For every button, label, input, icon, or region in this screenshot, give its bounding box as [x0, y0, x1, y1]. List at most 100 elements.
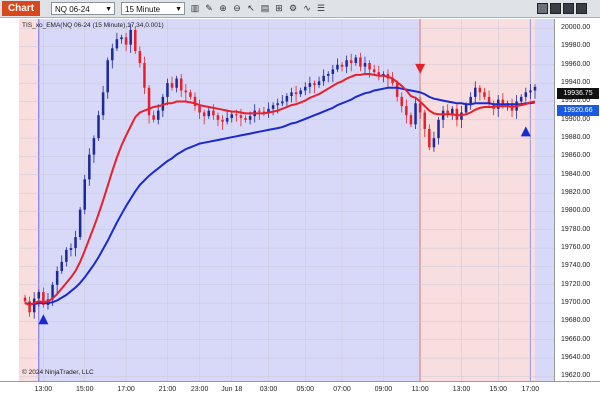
candle-body: [184, 90, 188, 93]
instrument-value: NQ 06-24: [55, 5, 90, 14]
time-tick-label: Jun 18: [221, 386, 243, 393]
candle-body: [189, 92, 192, 97]
candle-body: [345, 60, 348, 67]
candle-body: [326, 73, 330, 76]
price-tick-label: 19680.00: [561, 317, 591, 325]
candle-body: [349, 60, 353, 63]
candle-body: [83, 179, 86, 210]
maximize-icon[interactable]: [563, 3, 574, 14]
time-tick-label: 15:00: [489, 386, 507, 393]
candle-body: [23, 297, 27, 302]
candle-body: [372, 69, 376, 73]
candle-body: [322, 75, 325, 82]
left-margin: [0, 19, 19, 381]
candle-body: [299, 90, 302, 95]
price-axis[interactable]: 19936.75 19920.66 20000.00 19980.00 19960.…: [554, 19, 600, 381]
candle-body: [69, 248, 73, 250]
candle-body: [156, 110, 160, 120]
zoom-in-icon[interactable]: ⊕: [217, 2, 229, 15]
ema-price-tag: 19920.66: [557, 105, 599, 116]
candle-body: [235, 114, 238, 116]
price-chart-svg: [19, 19, 554, 381]
candle-body: [423, 112, 426, 129]
list-icon[interactable]: ☰: [315, 2, 327, 15]
candle-body: [308, 83, 312, 87]
strategy-icon[interactable]: ⚙: [287, 2, 299, 15]
candle-body: [147, 87, 151, 116]
pointer-icon[interactable]: ↖: [245, 2, 257, 15]
candle-body: [317, 81, 321, 85]
interval-selector[interactable]: 15 Minute ▼: [121, 2, 185, 15]
time-tick-label: 09:00: [374, 386, 393, 393]
candle-body: [285, 95, 289, 102]
candle-body: [221, 119, 224, 122]
price-tick-label: 19940.00: [561, 79, 591, 87]
candle-body: [437, 119, 440, 139]
indicator-icon[interactable]: ∿: [301, 2, 313, 15]
candle-body: [37, 292, 41, 299]
candle-body: [529, 90, 532, 93]
candle-body: [88, 154, 91, 180]
time-tick-label: 11:00: [411, 386, 429, 393]
candle-body: [32, 298, 36, 313]
time-tick-label: 13:00: [34, 386, 53, 393]
price-tick-label: 19620.00: [561, 372, 591, 380]
candle-body: [464, 105, 468, 113]
chart-toolbar: Chart NQ 06-24 ▼ 15 Minute ▼ ▥ ✎ ⊕ ⊖ ↖ ▤ ⊞…: [0, 0, 600, 18]
candle-body: [225, 117, 229, 122]
time-tick-label: 13:00: [452, 386, 471, 393]
candle-body: [519, 96, 523, 102]
candle-body: [533, 86, 537, 91]
indicator-label: TIS_xo_EMA(NQ 06-24 (15 Minute),17,34,0.…: [22, 22, 164, 29]
time-tick-label: 05:00: [296, 386, 315, 393]
time-axis[interactable]: 13:00 15:00 17:00 21:00 23:00 Jun 18 03:00 05:0…: [0, 381, 600, 400]
price-tick-label: 19700.00: [561, 299, 591, 307]
price-tick-label: 19800.00: [561, 207, 591, 215]
tile-icon[interactable]: [537, 3, 548, 14]
candle-body: [336, 64, 339, 70]
price-tick-label: 19820.00: [561, 189, 591, 197]
close-icon[interactable]: [576, 3, 587, 14]
price-tick-label: 19660.00: [561, 335, 591, 343]
zoom-out-icon[interactable]: ⊖: [231, 2, 243, 15]
draw-icon[interactable]: ✎: [203, 2, 215, 15]
price-tick-label: 19980.00: [561, 42, 591, 50]
candle-body: [129, 29, 132, 45]
candle-body: [202, 112, 206, 117]
price-tick-label: 19900.00: [561, 115, 591, 123]
candle-body: [216, 115, 220, 120]
chevron-down-icon: ▼: [175, 6, 182, 13]
candle-body: [74, 237, 77, 249]
candle-body: [418, 103, 422, 113]
time-tick-label: 15:00: [75, 386, 94, 393]
candle-body: [106, 60, 109, 93]
candle-body: [134, 29, 137, 52]
templates-icon[interactable]: ⊞: [273, 2, 285, 15]
candle-body: [175, 78, 178, 88]
candle-body: [101, 92, 105, 116]
price-tick-label: 19880.00: [561, 134, 591, 142]
candle-body: [363, 62, 367, 67]
candle-body: [212, 110, 215, 116]
instrument-selector[interactable]: NQ 06-24 ▼: [51, 2, 115, 15]
candle-body: [65, 249, 68, 262]
properties-icon[interactable]: ▤: [259, 2, 271, 15]
bull-zone: [38, 19, 421, 381]
candle-body: [271, 105, 275, 109]
candle-body: [152, 115, 155, 120]
price-chart-plot[interactable]: [19, 19, 554, 381]
time-tick-label: 17:00: [521, 386, 540, 393]
minimize-icon[interactable]: [550, 3, 561, 14]
chart-tab[interactable]: Chart: [2, 1, 40, 16]
candle-body: [290, 92, 293, 96]
candle-body: [359, 57, 362, 67]
bear-zone: [420, 19, 535, 381]
candle-body: [55, 271, 59, 285]
bull-zone: [535, 19, 554, 381]
candle-body: [428, 128, 431, 148]
candle-body: [207, 110, 211, 117]
candle-body: [400, 96, 404, 107]
candle-body: [474, 87, 477, 97]
candle-body: [124, 37, 128, 45]
bar-type-icon[interactable]: ▥: [189, 2, 201, 15]
